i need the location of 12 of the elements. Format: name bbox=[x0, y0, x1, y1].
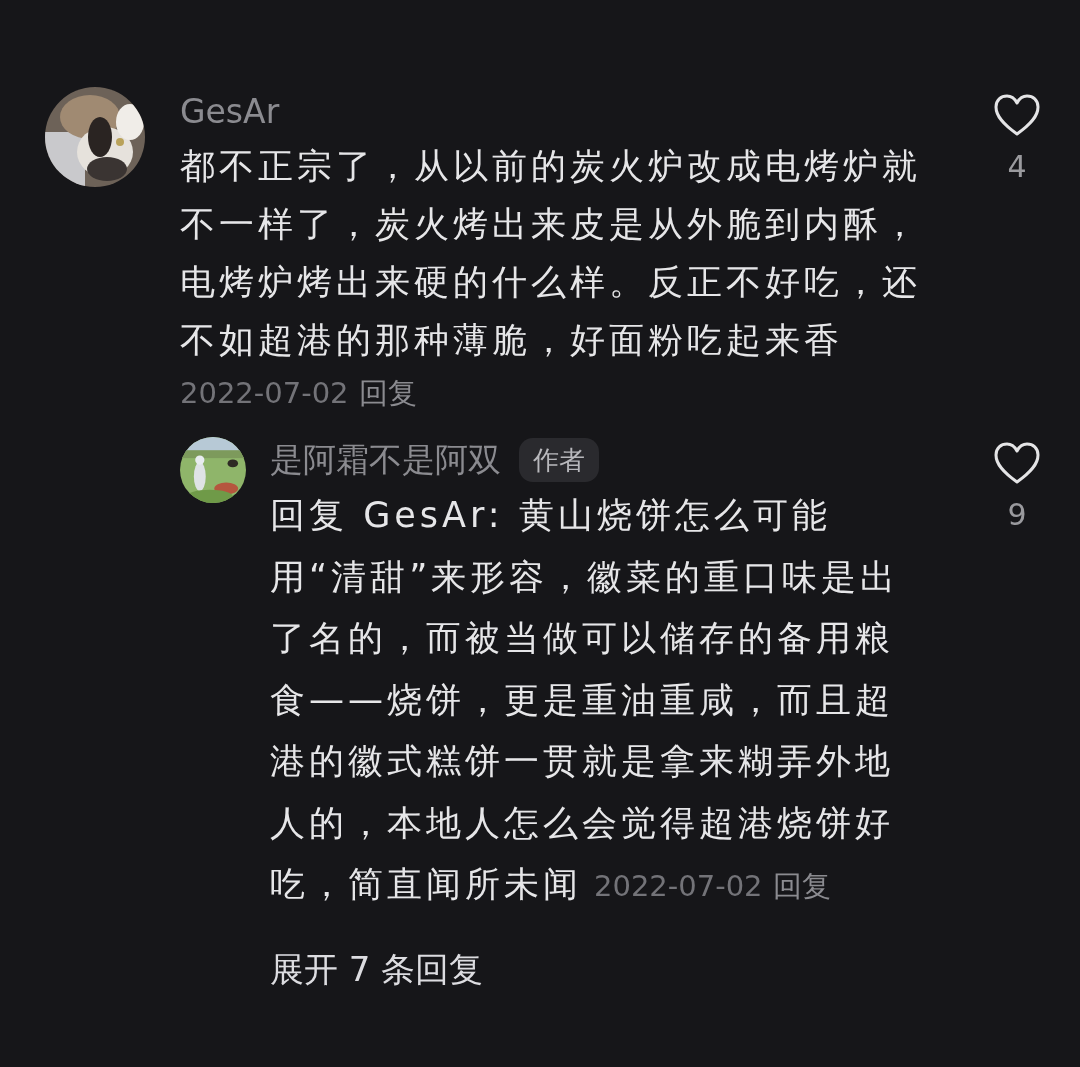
comment-text: 都不正宗了，从以前的炭火炉改成电烤炉就不一样了，炭火烤出来皮是从外脆到内酥，电烤炉烤出来硬的什么样。反正不好吃，还不如超港的那种薄脆，好面粉吃起来香 bbox=[180, 145, 922, 362]
like-count: 9 bbox=[1007, 496, 1027, 534]
like-count: 4 bbox=[1007, 148, 1027, 186]
author-badge: 作者 bbox=[519, 438, 599, 482]
heart-icon[interactable] bbox=[993, 93, 1041, 137]
comment-text: 回复 GesAr: 黄山烧饼怎么可能用“清甜”来形容，徽菜的重口味是出了名的，而被当做可以储存的备用粮食——烧饼，更是重油重咸，而且超港的徽式糕饼一贯就是拿来糊弄外地人的，本地人怎么会觉得超港烧饼好吃，简直闻所未闻 2022-07-02 回复 bbox=[270, 494, 901, 906]
reply-link[interactable]: 回复 bbox=[358, 376, 417, 410]
heart-icon[interactable] bbox=[993, 441, 1041, 485]
username[interactable]: 是阿霜不是阿双 bbox=[270, 435, 501, 485]
comment-date: 2022-07-02 bbox=[180, 376, 349, 410]
username[interactable]: GesAr bbox=[180, 87, 976, 137]
expand-replies-link[interactable]: 展开 7 条回复 bbox=[270, 943, 1080, 994]
